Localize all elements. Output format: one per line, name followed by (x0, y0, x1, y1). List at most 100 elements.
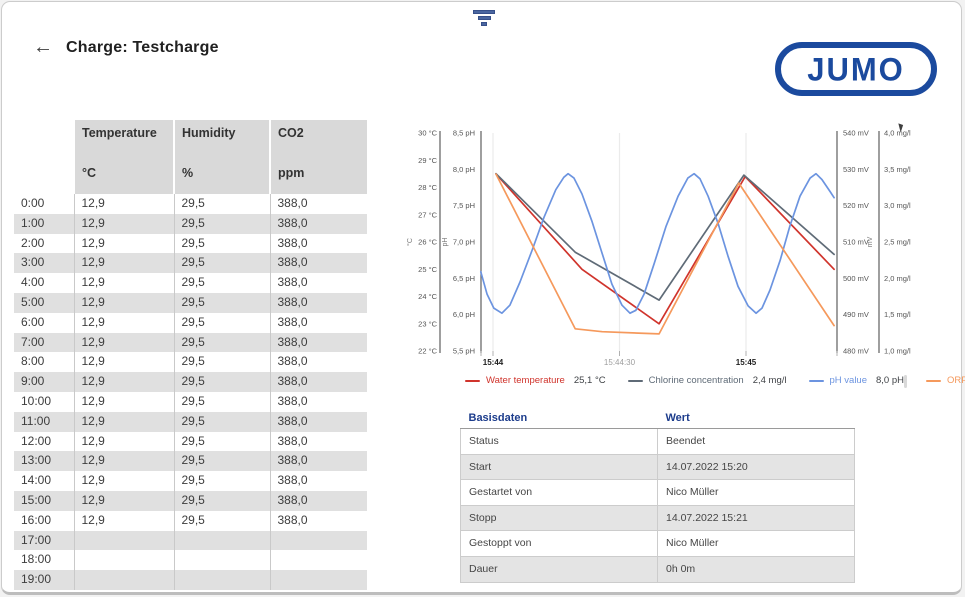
row-value: 388,0 (270, 432, 367, 452)
basisdaten-value: Nico Müller (658, 531, 855, 557)
basisdaten-row: Gestoppt vonNico Müller (461, 531, 855, 557)
row-value: 12,9 (74, 333, 174, 353)
sensor-table-row[interactable]: 8:0012,929,5388,0 (14, 352, 367, 372)
row-value (174, 570, 270, 590)
row-value: 388,0 (270, 313, 367, 333)
basisdaten-label: Status (461, 429, 658, 455)
axis-tick-label: 27 °C (418, 210, 437, 219)
row-value: 388,0 (270, 451, 367, 471)
column-unit: ppm (278, 166, 367, 180)
axis-tick-label: 30 °C (418, 129, 437, 138)
column-label: Temperature (82, 126, 173, 140)
legend-line-swatch (465, 380, 480, 382)
column-unit: °C (82, 166, 173, 180)
basisdaten-header-value: Wert (658, 410, 855, 429)
row-time: 2:00 (14, 234, 74, 254)
axis-tick-label: 1,0 mg/l (884, 347, 911, 356)
basisdaten-label: Start (461, 454, 658, 480)
back-arrow-icon[interactable]: ← (30, 35, 56, 61)
sensor-column-header: Humidity% (174, 120, 270, 194)
sensor-data-table: Temperature°CHumidity%CO2ppm 0:0012,929,… (14, 120, 367, 590)
legend-series-name: Water temperature (486, 375, 565, 386)
axis-tick-label: 29 °C (418, 156, 437, 165)
sensor-table-row[interactable]: 16:0012,929,5388,0 (14, 511, 367, 531)
basisdaten-header: Basisdaten Wert (461, 410, 855, 429)
row-value: 29,5 (174, 412, 270, 432)
sensor-table-row[interactable]: 6:0012,929,5388,0 (14, 313, 367, 333)
row-value (74, 550, 174, 570)
sensor-table-body: 0:0012,929,5388,01:0012,929,5388,02:0012… (14, 194, 367, 590)
row-time: 1:00 (14, 214, 74, 234)
sensor-table-row[interactable]: 1:0012,929,5388,0 (14, 214, 367, 234)
sensor-table-row[interactable]: 15:0012,929,5388,0 (14, 491, 367, 511)
legend-series-name: ORP value (947, 375, 965, 386)
row-value: 12,9 (74, 471, 174, 491)
legend-item[interactable]: Chlorine concentration 2,4 mg/l (628, 375, 787, 386)
row-value: 29,5 (174, 253, 270, 273)
row-value: 388,0 (270, 293, 367, 313)
sensor-table-row[interactable]: 0:0012,929,5388,0 (14, 194, 367, 214)
legend-item[interactable]: ORP value486,5 mV (926, 375, 965, 386)
legend-item[interactable]: Water temperature25,1 °C (465, 375, 606, 386)
axis-unit-label: °C (407, 238, 414, 246)
sensor-table-header: Temperature°CHumidity%CO2ppm (14, 120, 367, 194)
sensor-table-row[interactable]: 9:0012,929,5388,0 (14, 372, 367, 392)
sensor-table-row[interactable]: 10:0012,929,5388,0 (14, 392, 367, 412)
sensor-table-row[interactable]: 5:0012,929,5388,0 (14, 293, 367, 313)
sensor-table-row[interactable]: 12:0012,929,5388,0 (14, 432, 367, 452)
axis-tick-label: 510 mV (843, 238, 869, 247)
row-value: 12,9 (74, 451, 174, 471)
row-value (74, 570, 174, 590)
column-unit: % (182, 166, 269, 180)
axis-tick-label: 6,5 pH (453, 274, 475, 283)
axis-tick-label: 530 mV (843, 165, 869, 174)
axis-tick-label: 500 mV (843, 274, 869, 283)
axis-tick-label: 22 °C (418, 347, 437, 356)
sensor-table-row[interactable]: 7:0012,929,5388,0 (14, 333, 367, 353)
row-time: 16:00 (14, 511, 74, 531)
sensor-table-row[interactable]: 13:0012,929,5388,0 (14, 451, 367, 471)
row-time: 11:00 (14, 412, 74, 432)
axis-tick-label: 7,0 pH (453, 238, 475, 247)
sensor-table-row[interactable]: 17:00 (14, 531, 367, 551)
basisdaten-value: 14.07.2022 15:20 (658, 454, 855, 480)
axis-tick-label: 1,5 mg/l (884, 310, 911, 319)
row-time: 3:00 (14, 253, 74, 273)
axis-unit-label: mV (867, 236, 874, 247)
legend-scrollbar[interactable] (904, 375, 907, 388)
legend-item[interactable]: pH value8,0 pH (809, 375, 905, 386)
legend-series-value: 2,4 mg/l (753, 375, 787, 386)
row-value: 388,0 (270, 412, 367, 432)
axis-unit-label: pH (442, 238, 449, 247)
filter-icon[interactable] (473, 10, 495, 26)
row-time: 5:00 (14, 293, 74, 313)
legend-line-swatch (628, 380, 643, 382)
axis-tick-label: 5,5 pH (453, 347, 475, 356)
row-value: 12,9 (74, 214, 174, 234)
row-time: 10:00 (14, 392, 74, 412)
legend-series-name: Chlorine concentration (649, 375, 744, 386)
sensor-table-row[interactable]: 19:00 (14, 570, 367, 590)
row-value: 12,9 (74, 352, 174, 372)
row-value: 12,9 (74, 313, 174, 333)
basisdaten-label: Dauer (461, 556, 658, 582)
sensor-table-row[interactable]: 14:0012,929,5388,0 (14, 471, 367, 491)
sensor-table-row[interactable]: 2:0012,929,5388,0 (14, 234, 367, 254)
row-time: 15:00 (14, 491, 74, 511)
axis-tick-label: 8,0 pH (453, 165, 475, 174)
row-value (270, 570, 367, 590)
sensor-table-row[interactable]: 11:0012,929,5388,0 (14, 412, 367, 432)
axis-tick-label: 2,0 mg/l (884, 274, 911, 283)
basisdaten-value: Nico Müller (658, 480, 855, 506)
row-time: 4:00 (14, 273, 74, 293)
row-value: 29,5 (174, 194, 270, 214)
sensor-table-row[interactable]: 18:00 (14, 550, 367, 570)
row-value: 388,0 (270, 392, 367, 412)
x-tick-label: 15:45 (736, 358, 757, 367)
sensor-table-row[interactable]: 3:0012,929,5388,0 (14, 253, 367, 273)
row-value: 388,0 (270, 372, 367, 392)
sensor-table-row[interactable]: 4:0012,929,5388,0 (14, 273, 367, 293)
basisdaten-value: 14.07.2022 15:21 (658, 505, 855, 531)
basisdaten-value: 0h 0m (658, 556, 855, 582)
basisdaten-row: Start14.07.2022 15:20 (461, 454, 855, 480)
